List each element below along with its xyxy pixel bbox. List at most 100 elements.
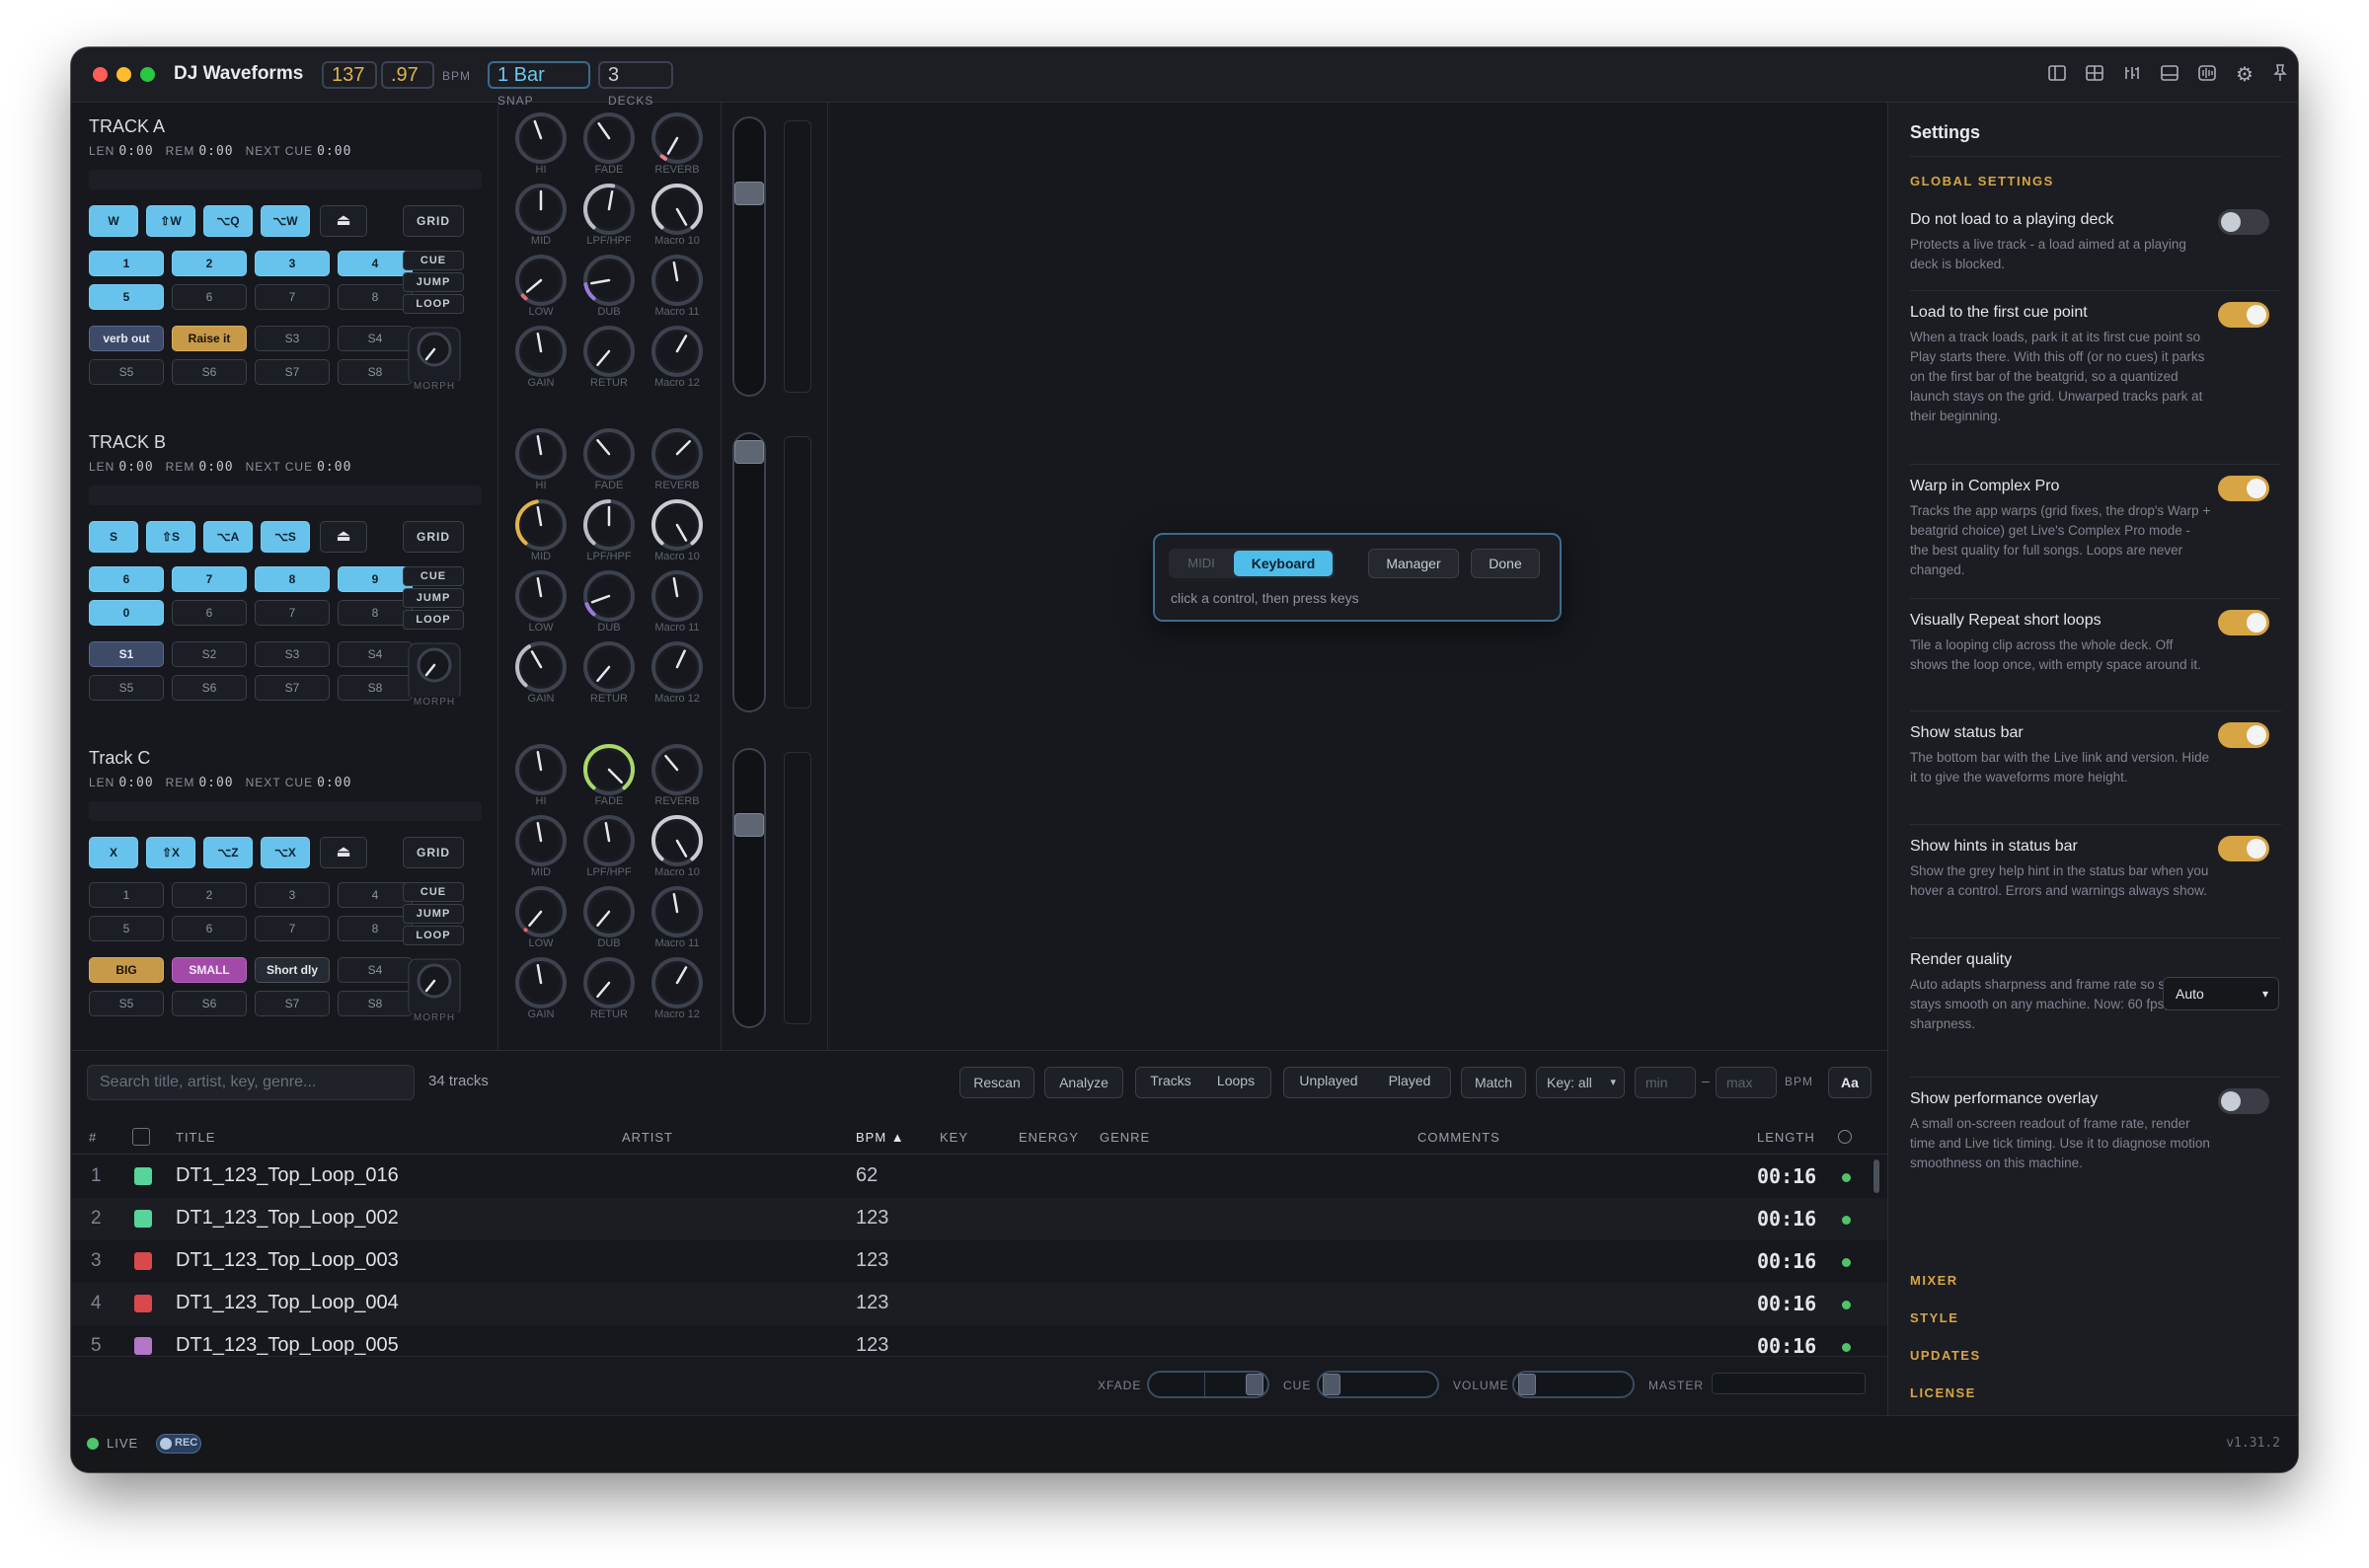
manager-button[interactable]: Manager — [1368, 549, 1459, 578]
fx-slot[interactable]: S3 — [255, 326, 330, 351]
hotkey-button[interactable]: ⌥Q — [203, 205, 253, 237]
hot-cue-pad[interactable]: 5 — [89, 916, 164, 941]
knob-hi[interactable] — [513, 742, 569, 797]
fx-slot[interactable]: S7 — [255, 359, 330, 385]
setting-toggle[interactable] — [2218, 1088, 2269, 1114]
fx-slot[interactable]: S8 — [338, 675, 413, 701]
fx-slot[interactable]: S2 — [172, 641, 247, 667]
knob-macro-12[interactable] — [650, 639, 705, 695]
close-window-icon[interactable] — [93, 67, 108, 82]
deck-progress-bar[interactable] — [89, 170, 482, 189]
knob-mid[interactable] — [513, 813, 569, 868]
knob-fade[interactable] — [581, 111, 637, 166]
knob-gain[interactable] — [513, 639, 569, 695]
hotkey-button[interactable]: ⌥A — [203, 521, 253, 553]
tab-midi[interactable]: MIDI — [1171, 551, 1232, 576]
cue-handle[interactable] — [1323, 1374, 1340, 1395]
fx-slot[interactable]: S8 — [338, 991, 413, 1016]
volume-slider[interactable] — [1512, 1371, 1635, 1398]
hotkey-button[interactable]: ⇧S — [146, 521, 195, 553]
fx-slot[interactable]: S3 — [255, 641, 330, 667]
hotkey-button[interactable]: ⌥S — [261, 521, 310, 553]
hotkey-button[interactable]: W — [89, 205, 138, 237]
pin-icon[interactable] — [2270, 63, 2290, 87]
knob-gain[interactable] — [513, 324, 569, 379]
column-energy[interactable]: ENERGY — [1019, 1130, 1079, 1145]
fx-slot[interactable]: S5 — [89, 991, 164, 1016]
table-row[interactable]: 3 DT1_123_Top_Loop_003 123 00:16 — [71, 1240, 1887, 1283]
bottom-panel-icon[interactable] — [2158, 63, 2181, 87]
knob-low[interactable] — [513, 884, 569, 939]
section-license[interactable]: LICENSE — [1910, 1385, 1976, 1400]
channel-fader[interactable] — [732, 432, 766, 712]
knob-macro-12[interactable] — [650, 324, 705, 379]
hot-cue-pad[interactable]: 5 — [89, 284, 164, 310]
fx-slot[interactable]: S6 — [172, 675, 247, 701]
knob-dub[interactable] — [581, 253, 637, 308]
hot-cue-pad[interactable]: 7 — [255, 284, 330, 310]
knob-retur[interactable] — [581, 324, 637, 379]
fx-slot[interactable]: Raise it — [172, 326, 247, 351]
pad-mode-jump[interactable]: JUMP — [403, 588, 464, 608]
hot-cue-pad[interactable]: 6 — [172, 284, 247, 310]
hot-cue-pad[interactable]: 3 — [255, 882, 330, 908]
hot-cue-pad[interactable]: 0 — [89, 600, 164, 626]
hot-cue-pad[interactable]: 7 — [255, 916, 330, 941]
pad-mode-loop[interactable]: LOOP — [403, 610, 464, 630]
bpm-integer[interactable]: 137 — [322, 61, 377, 89]
fx-slot[interactable]: BIG — [89, 957, 164, 983]
column-comments[interactable]: COMMENTS — [1417, 1130, 1500, 1145]
render-quality-select[interactable]: Auto ▾ — [2163, 977, 2279, 1010]
column-title[interactable]: TITLE — [176, 1130, 215, 1145]
bpm-min-input[interactable]: min — [1635, 1067, 1696, 1098]
status-column-icon[interactable] — [1838, 1130, 1852, 1144]
eject-button[interactable]: ⏏ — [320, 521, 367, 553]
section-style[interactable]: STYLE — [1910, 1310, 1958, 1325]
done-button[interactable]: Done — [1471, 549, 1540, 578]
bpm-decimal[interactable]: .97 — [381, 61, 434, 89]
color-swatch[interactable] — [134, 1167, 152, 1185]
hotkey-button[interactable]: ⇧W — [146, 205, 195, 237]
waveform-icon[interactable] — [2195, 63, 2219, 87]
bpm-max-input[interactable]: max — [1716, 1067, 1777, 1098]
knob-reverb[interactable] — [650, 426, 705, 482]
rec-toggle[interactable]: REC — [156, 1434, 201, 1454]
column-key[interactable]: KEY — [940, 1130, 968, 1145]
played-filter[interactable]: Played — [1372, 1073, 1447, 1088]
fx-slot[interactable]: S6 — [172, 359, 247, 385]
fader-handle[interactable] — [734, 813, 764, 837]
xfade-slider[interactable] — [1147, 1371, 1269, 1398]
hot-cue-pad[interactable]: 3 — [255, 251, 330, 276]
pad-mode-cue[interactable]: CUE — [403, 251, 464, 270]
column-genre[interactable]: GENRE — [1100, 1130, 1150, 1145]
column-bpm[interactable]: BPM ▲ — [856, 1130, 905, 1145]
grid-button[interactable]: GRID — [403, 205, 464, 237]
global-settings-section[interactable]: GLOBAL SETTINGS — [1910, 174, 2054, 188]
knob-fade[interactable] — [581, 742, 637, 797]
hotkey-button[interactable]: ⇧X — [146, 837, 195, 868]
hot-cue-pad[interactable]: 7 — [172, 566, 247, 592]
fx-slot[interactable]: S6 — [172, 991, 247, 1016]
unplayed-filter[interactable]: Unplayed — [1287, 1073, 1370, 1088]
hot-cue-pad[interactable]: 8 — [338, 916, 413, 941]
knob-macro-11[interactable] — [650, 253, 705, 308]
deck-progress-bar[interactable] — [89, 485, 482, 505]
pad-mode-cue[interactable]: CUE — [403, 882, 464, 902]
knob-hi[interactable] — [513, 426, 569, 482]
search-input[interactable]: Search title, artist, key, genre... — [87, 1065, 415, 1100]
hot-cue-pad[interactable]: 8 — [338, 284, 413, 310]
hot-cue-pad[interactable]: 2 — [172, 251, 247, 276]
fx-slot[interactable]: S1 — [89, 641, 164, 667]
hot-cue-pad[interactable]: 4 — [338, 251, 413, 276]
hot-cue-pad[interactable]: 6 — [89, 566, 164, 592]
knob-macro-10[interactable] — [650, 813, 705, 868]
gear-icon[interactable]: ⚙ — [2233, 63, 2256, 87]
knob-mid[interactable] — [513, 497, 569, 553]
pad-mode-jump[interactable]: JUMP — [403, 272, 464, 292]
setting-toggle[interactable] — [2218, 722, 2269, 748]
hotkey-button[interactable]: ⌥W — [261, 205, 310, 237]
knob-fade[interactable] — [581, 426, 637, 482]
tab-keyboard[interactable]: Keyboard — [1234, 551, 1333, 576]
hot-cue-pad[interactable]: 1 — [89, 882, 164, 908]
hotkey-button[interactable]: ⌥Z — [203, 837, 253, 868]
